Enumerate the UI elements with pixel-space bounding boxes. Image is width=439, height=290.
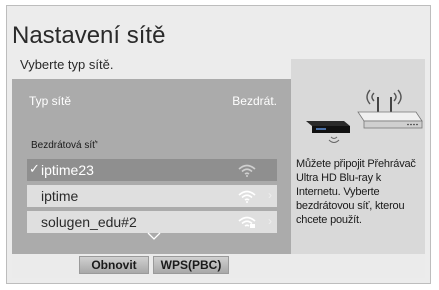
network-type-label[interactable]: Typ sítě (29, 94, 71, 108)
router-and-bluray-icon (306, 89, 423, 143)
network-row-iptime[interactable]: iptime › (27, 185, 277, 207)
chevron-right-icon: › (268, 188, 272, 202)
wifi-secure-icon (238, 216, 256, 228)
network-type-value[interactable]: Bezdrát. (232, 94, 277, 108)
info-text: Můžete připojit Přehrávač Ultra HD Blu-r… (296, 158, 416, 226)
connected-check-icon: ✓ (29, 161, 40, 176)
wifi-strong-icon (238, 164, 256, 177)
wps-button[interactable]: WPS(PBC) (153, 256, 229, 274)
wifi-icon (238, 190, 256, 203)
page-subtitle: Vyberte typ sítě. (20, 57, 114, 72)
network-row-iptime23[interactable]: ✓ iptime23 (27, 159, 277, 181)
network-row-solugen[interactable]: solugen_edu#2 › (27, 211, 277, 233)
network-name: solugen_edu#2 (41, 214, 137, 230)
wireless-section-label: Bezdrátová síť' (31, 140, 98, 151)
network-name: iptime (41, 188, 79, 204)
chevron-right-icon: › (268, 214, 272, 228)
refresh-button[interactable]: Obnovit (79, 256, 149, 274)
network-name: iptime23 (41, 162, 94, 178)
page-title: Nastavení sítě (12, 22, 166, 49)
chevron-down-icon[interactable] (147, 232, 161, 240)
